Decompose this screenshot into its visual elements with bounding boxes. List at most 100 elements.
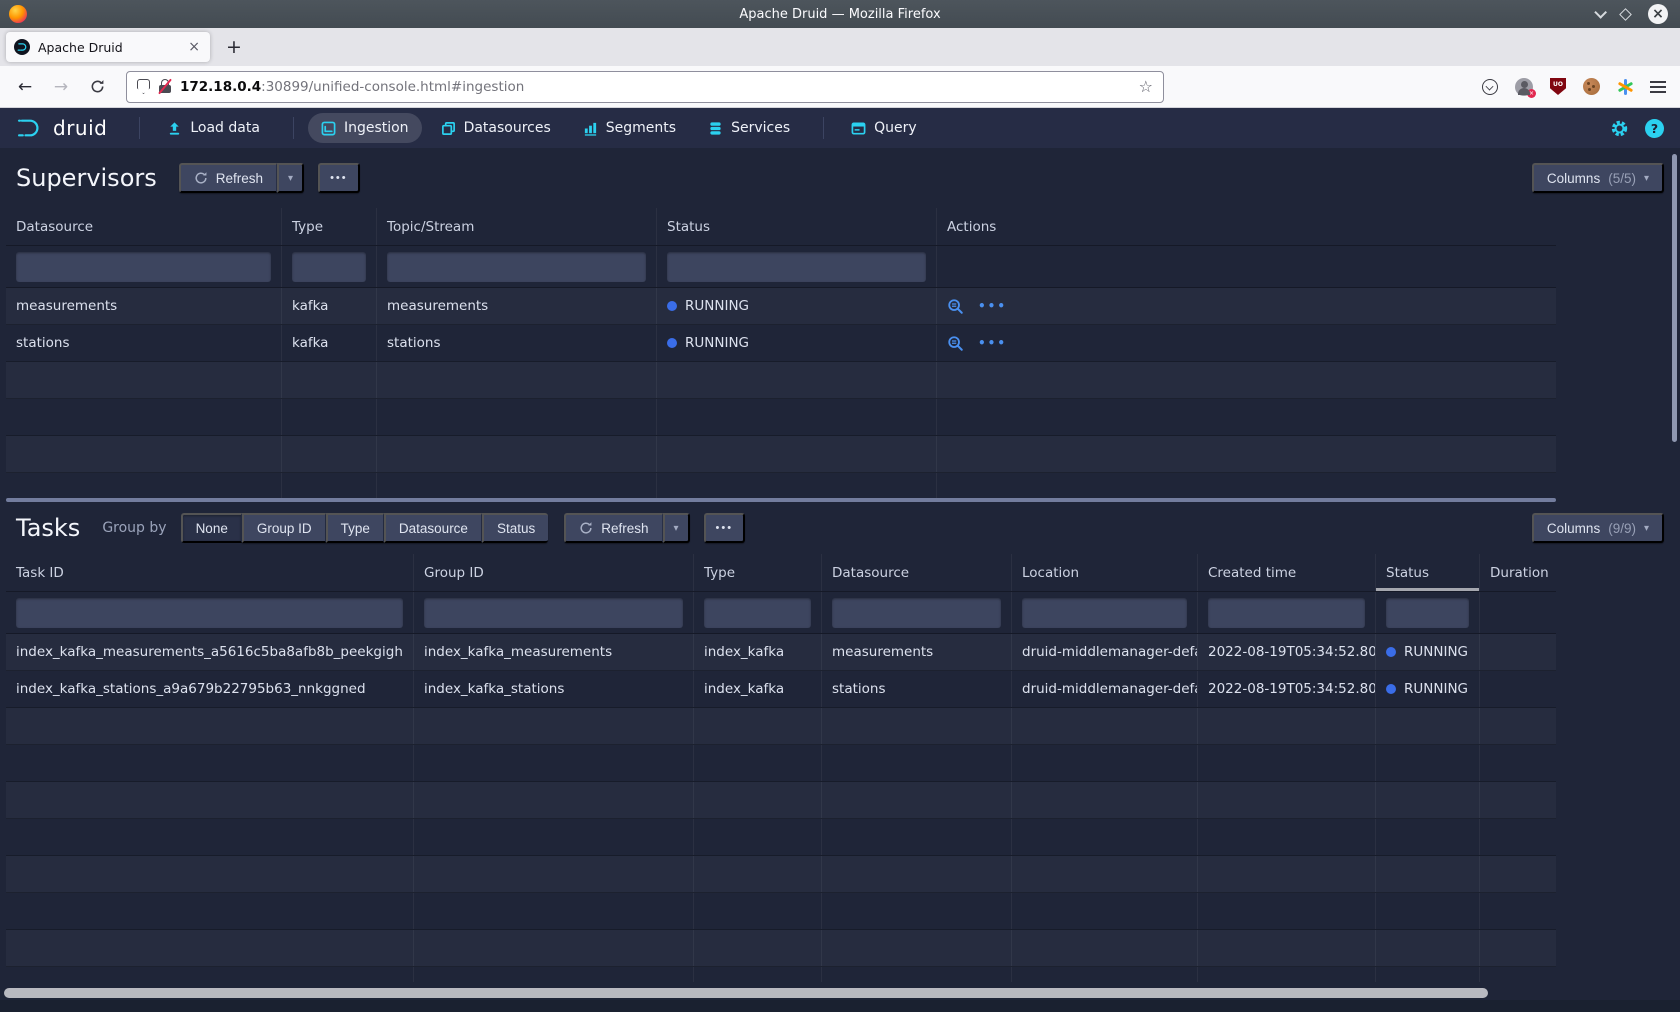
col-header-status[interactable]: Status (657, 208, 937, 245)
type-filter-input[interactable] (704, 598, 811, 628)
url-text[interactable]: 172.18.0.4:30899/unified-console.html#in… (180, 79, 1131, 95)
insecure-lock-icon[interactable] (158, 79, 172, 94)
empty-row (6, 745, 1556, 782)
tab-title: Apache Druid (38, 40, 178, 55)
nav-services[interactable]: Services (695, 113, 803, 143)
tasks-horizontal-scrollbar[interactable] (4, 988, 1488, 998)
magnify-details-icon[interactable] (947, 298, 964, 315)
group-by-none-button[interactable]: None (181, 513, 242, 543)
row-more-icon[interactable]: ••• (978, 299, 1007, 313)
divider (139, 117, 140, 139)
task-id-filter-input[interactable] (16, 598, 403, 628)
tab-close-icon[interactable]: × (186, 39, 202, 55)
group-by-status-button[interactable]: Status (482, 513, 548, 543)
reload-icon[interactable] (82, 72, 112, 102)
group-by-type-button[interactable]: Type (326, 513, 384, 543)
status-dot (1386, 684, 1396, 694)
magnify-details-icon[interactable] (947, 335, 964, 352)
col-header-datasource[interactable]: Datasource (6, 208, 282, 245)
supervisors-refresh-caret-button[interactable]: ▾ (277, 163, 304, 193)
segments-icon (583, 121, 598, 136)
group-by-group-id-button[interactable]: Group ID (242, 513, 326, 543)
topic-filter-input[interactable] (387, 252, 646, 282)
col-header-task-id[interactable]: Task ID (6, 554, 414, 591)
location-filter-input[interactable] (1022, 598, 1187, 628)
tasks-filter-row (6, 592, 1556, 634)
chevron-down-icon: ▾ (1644, 173, 1649, 184)
window-minimize-icon[interactable] (1594, 6, 1607, 19)
nav-label: Query (874, 120, 917, 136)
ublock-icon[interactable]: UO (1550, 78, 1566, 95)
tasks-more-button[interactable]: ••• (704, 513, 746, 543)
bookmark-star-icon[interactable]: ☆ (1139, 77, 1153, 96)
cell-status: RUNNING (1376, 634, 1480, 670)
col-header-created-time[interactable]: Created time (1198, 554, 1376, 591)
new-tab-button[interactable]: + (226, 36, 242, 58)
status-filter-input[interactable] (667, 252, 926, 282)
nav-ingestion[interactable]: Ingestion (308, 113, 422, 143)
tracking-shield-icon[interactable] (137, 79, 150, 94)
col-header-datasource[interactable]: Datasource (822, 554, 1012, 591)
cell-task-id: index_kafka_stations_a9a679b22795b63_nnk… (6, 671, 414, 707)
cell-datasource: measurements (6, 288, 282, 324)
col-header-type[interactable]: Type (694, 554, 822, 591)
col-header-topic[interactable]: Topic/Stream (377, 208, 657, 245)
nav-label: Ingestion (344, 120, 409, 136)
supervisors-more-button[interactable]: ••• (318, 163, 360, 193)
nav-query[interactable]: Query (838, 113, 930, 143)
task-row-stations[interactable]: index_kafka_stations_a9a679b22795b63_nnk… (6, 671, 1556, 708)
supervisors-filter-row (6, 246, 1556, 288)
nav-label: Segments (606, 120, 676, 136)
tasks-refresh-button[interactable]: Refresh (564, 513, 662, 543)
help-icon[interactable]: ? (1645, 119, 1664, 138)
url-host: 172.18.0.4 (180, 79, 261, 95)
created-time-filter-input[interactable] (1208, 598, 1365, 628)
window-title: Apache Druid — Mozilla Firefox (0, 7, 1680, 22)
columns-badge: (9/9) (1608, 521, 1636, 536)
url-path: :30899/unified-console.html#ingestion (261, 79, 524, 95)
cookie-extension-icon[interactable] (1583, 78, 1600, 95)
cell-type: kafka (282, 325, 377, 361)
col-header-type[interactable]: Type (282, 208, 377, 245)
row-more-icon[interactable]: ••• (978, 336, 1007, 350)
cell-topic: stations (377, 325, 657, 361)
extension-asterisk-icon[interactable] (1617, 79, 1633, 95)
datasource-filter-input[interactable] (832, 598, 1001, 628)
nav-datasources[interactable]: Datasources (428, 113, 564, 143)
supervisors-columns-button[interactable]: Columns (5/5) ▾ (1532, 163, 1664, 193)
vertical-scrollbar[interactable] (1672, 154, 1677, 442)
account-icon[interactable]: × (1515, 78, 1533, 96)
back-icon[interactable]: ← (10, 72, 40, 102)
window-close-icon[interactable]: × (1648, 4, 1668, 24)
nav-load-data[interactable]: Load data (154, 113, 273, 143)
druid-logo[interactable]: druid (16, 116, 107, 140)
task-row-measurements[interactable]: index_kafka_measurements_a5616c5ba8afb8b… (6, 634, 1556, 671)
supervisor-row-measurements[interactable]: measurements kafka measurements RUNNING … (6, 288, 1556, 325)
datasource-filter-input[interactable] (16, 252, 271, 282)
group-id-filter-input[interactable] (424, 598, 683, 628)
brand-text: druid (53, 116, 107, 140)
tasks-refresh-caret-button[interactable]: ▾ (663, 513, 690, 543)
pocket-icon[interactable] (1482, 79, 1498, 95)
menu-icon[interactable] (1650, 81, 1666, 93)
col-header-status[interactable]: Status (1376, 554, 1480, 591)
empty-row (6, 436, 1556, 473)
col-header-duration[interactable]: Duration (1480, 554, 1556, 591)
group-by-datasource-button[interactable]: Datasource (384, 513, 482, 543)
status-filter-input[interactable] (1386, 598, 1469, 628)
cell-topic: measurements (377, 288, 657, 324)
window-maximize-icon[interactable] (1619, 8, 1632, 21)
col-header-location[interactable]: Location (1012, 554, 1198, 591)
browser-tab[interactable]: Apache Druid × (6, 32, 210, 62)
type-filter-input[interactable] (292, 252, 366, 282)
tasks-table: Task ID Group ID Type Datasource Locatio… (6, 554, 1556, 982)
cell-type: kafka (282, 288, 377, 324)
settings-gear-icon[interactable] (1610, 119, 1629, 138)
nav-segments[interactable]: Segments (570, 113, 689, 143)
col-header-group-id[interactable]: Group ID (414, 554, 694, 591)
supervisors-refresh-button[interactable]: Refresh (179, 163, 277, 193)
url-bar[interactable]: 172.18.0.4:30899/unified-console.html#in… (126, 71, 1164, 103)
tasks-columns-button[interactable]: Columns (9/9) ▾ (1532, 513, 1664, 543)
supervisor-row-stations[interactable]: stations kafka stations RUNNING ••• (6, 325, 1556, 362)
tasks-title: Tasks (16, 514, 80, 542)
